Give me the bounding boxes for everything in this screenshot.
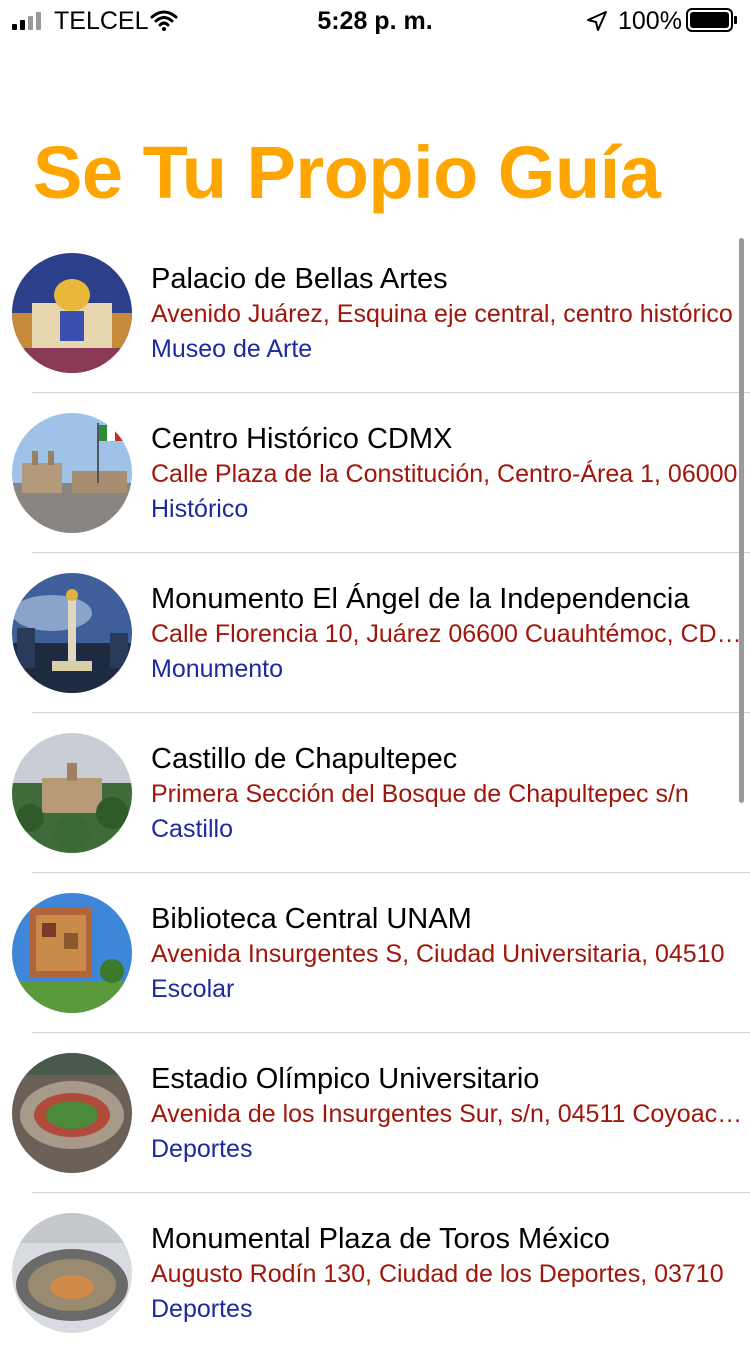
location-arrow-icon — [587, 11, 607, 31]
place-thumbnail — [12, 413, 132, 533]
place-row-castillo-chapultepec[interactable]: Castillo de Chapultepec Primera Sección … — [0, 713, 750, 873]
battery-icon — [686, 8, 737, 32]
place-address: Avenido Juárez, Esquina eje central, cen… — [151, 300, 733, 328]
place-thumbnail — [12, 1213, 132, 1333]
place-row-angel-independencia[interactable]: Monumento El Ángel de la Independencia C… — [0, 553, 750, 713]
place-name: Monumental Plaza de Toros México — [151, 1223, 610, 1255]
place-address: Avenida de los Insurgentes Sur, s/n, 045… — [151, 1100, 744, 1128]
place-category: Deportes — [151, 1135, 253, 1163]
scroll-indicator[interactable] — [739, 238, 744, 803]
place-row-centro-historico[interactable]: Centro Histórico CDMX Calle Plaza de la … — [0, 393, 750, 553]
place-category: Castillo — [151, 815, 233, 843]
place-thumbnail — [12, 733, 132, 853]
place-name: Palacio de Bellas Artes — [151, 263, 448, 295]
place-name: Centro Histórico CDMX — [151, 423, 453, 455]
place-thumbnail — [12, 893, 132, 1013]
place-address: Avenida Insurgentes S, Ciudad Universita… — [151, 940, 725, 968]
place-thumbnail — [12, 1053, 132, 1173]
place-row-estadio-olimpico[interactable]: Estadio Olímpico Universitario Avenida d… — [0, 1033, 750, 1193]
place-address: Augusto Rodín 130, Ciudad de los Deporte… — [151, 1260, 724, 1288]
place-category: Escolar — [151, 975, 235, 1003]
place-row-bellas-artes[interactable]: Palacio de Bellas Artes Avenido Juárez, … — [0, 233, 750, 393]
place-row-plaza-toros[interactable]: Monumental Plaza de Toros México Augusto… — [0, 1193, 750, 1353]
places-list[interactable]: Palacio de Bellas Artes Avenido Juárez, … — [0, 233, 750, 1353]
battery-percent: 100% — [618, 7, 682, 35]
place-address: Calle Florencia 10, Juárez 06600 Cuauhté… — [151, 620, 744, 648]
place-name: Castillo de Chapultepec — [151, 743, 458, 775]
place-thumbnail — [12, 253, 132, 373]
place-thumbnail — [12, 573, 132, 693]
place-name: Monumento El Ángel de la Independencia — [151, 583, 690, 615]
place-name: Biblioteca Central UNAM — [151, 903, 472, 935]
place-row-biblioteca-unam[interactable]: Biblioteca Central UNAM Avenida Insurgen… — [0, 873, 750, 1033]
status-bar: TELCEL 5:28 p. m. 100% — [0, 0, 750, 40]
place-category: Histórico — [151, 495, 249, 523]
place-category: Deportes — [151, 1295, 253, 1323]
place-category: Museo de Arte — [151, 335, 313, 363]
place-address: Primera Sección del Bosque de Chapultepe… — [151, 780, 689, 808]
page-title: Se Tu Propio Guía — [33, 131, 661, 214]
place-address: Calle Plaza de la Constitución, Centro-Á… — [151, 460, 738, 488]
place-name: Estadio Olímpico Universitario — [151, 1063, 540, 1095]
place-category: Monumento — [151, 655, 284, 683]
